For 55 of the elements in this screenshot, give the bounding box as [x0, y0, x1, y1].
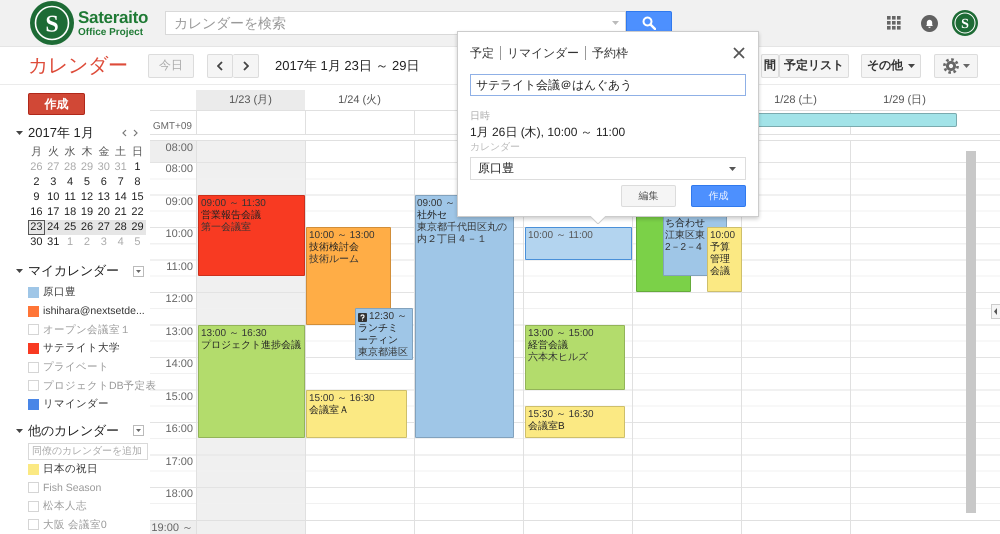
event-location: 技術ルーム — [309, 254, 359, 266]
event-title: 営業報告会議 — [201, 210, 261, 222]
time-label: 18:00 — [165, 488, 193, 500]
time-label: 09:00 — [165, 196, 193, 208]
event-location: 2－2－4 — [665, 242, 702, 254]
event-location: 東京都港区 — [358, 347, 408, 360]
time-label: 12:00 — [165, 293, 193, 305]
event-time: 09:00 ～ 11:30 — [201, 198, 266, 210]
event-time: 10:00 ～ 13:00 — [309, 230, 375, 242]
time-label: 19:00 ～ — [151, 522, 193, 534]
event-location: 六本木ヒルズ — [528, 352, 588, 364]
time-label: 14:00 — [165, 358, 193, 370]
event-location: 東京都千代田区丸の内２丁目４－１ — [417, 222, 508, 246]
time-label: 15:00 — [165, 390, 193, 402]
event-time: 13:00 ～ 16:30 — [201, 328, 267, 340]
date-range: 2017年 1月 23日 ～ 29日 — [275, 56, 420, 74]
event-title: 会議室B — [528, 420, 565, 433]
time-label: 13:00 — [165, 326, 193, 338]
month-title: 2017年 1月 — [28, 124, 94, 142]
event-time: 15:00 ～ 16:30 — [309, 392, 375, 404]
time-label: 08:00 — [165, 163, 193, 175]
weekday-label: 土 — [114, 145, 128, 160]
event-time: 10:00 ～ 11:00 — [528, 230, 593, 242]
timezone-label: GMT+09 — [152, 121, 192, 132]
field-label: カレンダー — [470, 142, 520, 153]
weekday-label: 金 — [97, 145, 110, 160]
event-title: 技術検討会 — [309, 242, 359, 254]
event-title: 経営会議 — [528, 340, 568, 352]
event-location: 第一会議室 — [201, 222, 251, 234]
weekday-label: 木 — [80, 145, 94, 160]
logo-tagline: Office Project — [78, 28, 144, 38]
event-title: 会議室Ａ — [309, 404, 349, 416]
weekday-label: 日 — [130, 145, 144, 160]
weekday-label: 月 — [30, 145, 43, 160]
time-label: 08:00 — [165, 142, 193, 154]
event-title: プロジェクト進捗会議 — [201, 340, 301, 352]
section-title: マイカレンダー — [28, 262, 119, 280]
app-title: カレンダー — [28, 54, 129, 79]
section-title: 他のカレンダー — [28, 422, 119, 440]
event-title: 社外セ — [417, 210, 447, 222]
event-title: ランチミーティン — [358, 323, 399, 346]
event-title: ち合わせ — [665, 218, 705, 230]
event-location: 江東区東 — [665, 230, 705, 242]
event-time: 13:00 ～ 15:00 — [528, 328, 594, 340]
weekday-label: 水 — [64, 145, 77, 160]
event-time: 15:30 ～ 16:30 — [528, 408, 594, 420]
event-datetime: 1月 26日 (木), 10:00 ～ 11:00 — [470, 125, 626, 139]
event-time: 09:00 ～ — [417, 198, 455, 210]
time-label: 10:00 — [165, 228, 193, 240]
weekday-label: 火 — [46, 145, 60, 160]
time-label: 11:00 — [166, 260, 193, 272]
time-label: 17:00 — [165, 456, 193, 468]
field-label: 日時 — [470, 111, 490, 122]
time-label: 16:00 — [165, 423, 193, 435]
logo-wordmark: Sateraito — [78, 8, 148, 26]
